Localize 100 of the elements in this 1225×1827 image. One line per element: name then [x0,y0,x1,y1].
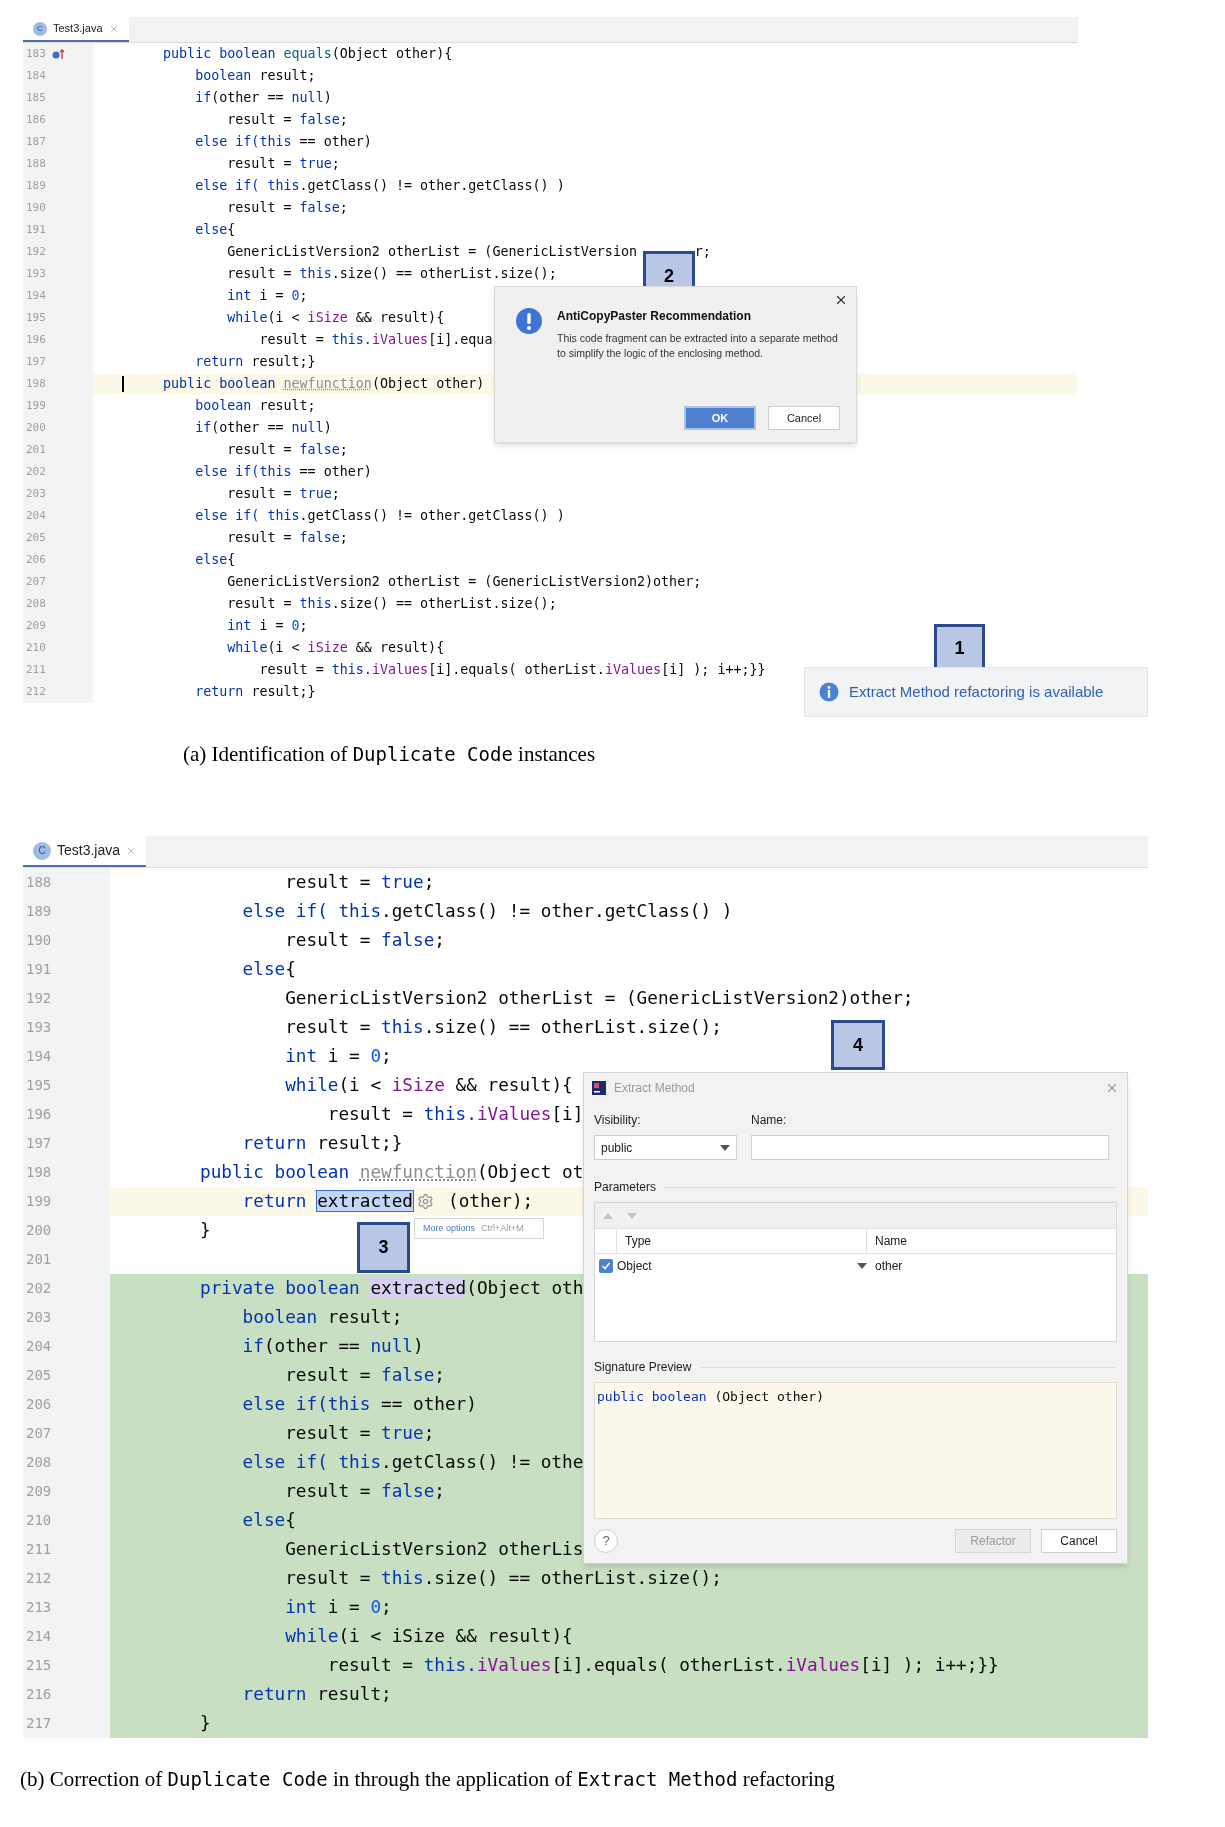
line-number: 211 [26,1540,52,1559]
code-text: boolean result; [194,67,316,85]
line-number: 189 [26,902,52,921]
line-number: 194 [26,1047,52,1066]
code-text: GenericListVersion2 otherList = (GenericListVersion2)other; [226,573,702,591]
line-number: 210 [26,1511,52,1530]
code-text: result = false; [226,441,348,459]
code-text: if(other == null) [194,89,332,107]
code-text: result = true; [284,1422,435,1446]
line-number: 212 [26,1569,52,1588]
more-options-popup[interactable]: More options Ctrl+Alt+M [414,1218,544,1239]
code-text: int i = 0; [284,1596,392,1620]
code-text: else{ [241,958,296,982]
line-number: 201 [26,441,46,458]
section-label: Parameters [594,1179,657,1196]
column-header: Name [875,1233,907,1250]
line-number: 209 [26,1482,52,1501]
line-number: 203 [26,1308,52,1327]
code-text: result = this.iValues[i].equals( otherList.iValues[i] ); i++;}} [258,661,766,679]
line-number: 204 [26,507,46,524]
line-number: 199 [26,1192,52,1211]
parameter-name[interactable]: other [875,1257,903,1275]
class-file-icon: C [33,841,51,860]
code-text: result = true; [226,485,340,503]
help-button[interactable]: ? [594,1529,618,1553]
app-logo-icon [592,1081,606,1095]
line-number: 203 [26,485,46,502]
code-text: result = this.iValues[i].equals( otherList.iValues[i] ); i++;}} [326,1654,999,1678]
parameter-type: Object [617,1258,653,1275]
code-text: result = this.size() == otherList.size(); [284,1016,722,1040]
dialog-button[interactable]: Cancel [1041,1529,1117,1553]
figure-caption: (a) Identification of Duplicate Code instances [183,741,597,767]
class-file-icon: C [33,21,47,36]
code-text: else if( this.getClass() != other.getClass() ) [241,900,733,924]
line-number: 191 [26,960,52,979]
line-number: 202 [26,463,46,480]
line-number: 191 [26,221,46,238]
code-text: public boolean newfunction(Object ot [200,1161,584,1185]
code-text: result = false; [226,111,348,129]
line-number: 207 [26,573,46,590]
close-icon[interactable] [108,23,119,34]
line-number: 192 [26,243,46,260]
notification-text[interactable]: Extract Method refactoring is available [849,680,1104,704]
code-text: while(i < iSize && result){ [284,1625,573,1649]
code-text: result = false; [226,199,348,217]
line-number: 205 [26,1366,52,1385]
shortcut-hint: Ctrl+Alt+M [481,1221,524,1235]
line-number: 196 [26,331,46,348]
code-text: result = this.size() == otherList.size(); [226,595,557,613]
override-marker-icon[interactable] [51,48,66,60]
gear-icon[interactable] [416,1193,434,1210]
code-text: return result;} [194,353,316,371]
code-text: result = this.iValues[i].equa [258,331,493,349]
code-text: while(i < iSize && result){ [226,639,445,657]
line-number: 199 [26,397,46,414]
line-number: 211 [26,661,46,678]
file-tab[interactable]: C Test3.java [23,836,147,867]
checkbox[interactable] [599,1259,613,1273]
code-text: } [200,1219,211,1243]
code-text: int i = 0; [226,287,308,305]
line-number: 187 [26,133,46,150]
line-number: 206 [26,551,46,568]
line-number: 210 [26,639,46,656]
close-button[interactable] [834,293,848,307]
line-number: 204 [26,1337,52,1356]
code-text: else if(this == other) [194,133,372,151]
code-text: boolean result; [241,1306,403,1330]
code-text: result = false; [226,529,348,547]
name-input-field[interactable] [751,1135,1109,1160]
dialog-button[interactable]: OK [684,406,756,430]
code-text: while(i < iSize && result){ [284,1074,573,1098]
file-tab[interactable]: C Test3.java [23,17,129,42]
code-text: result = this.iValues[i] [326,1103,584,1127]
more-options-link[interactable]: More options [423,1221,476,1236]
move-down-icon[interactable] [627,1212,637,1219]
line-number: 190 [26,931,52,950]
line-number: 197 [26,353,46,370]
code-text: private boolean extracted(Object oth [200,1277,584,1301]
code-text: r; [694,243,711,261]
line-number: 196 [26,1105,52,1124]
move-up-icon[interactable] [603,1212,613,1219]
code-text: else if( this.getClass() != other.getClass() ) [194,177,565,195]
code-text: public boolean newfunction(Object other) [163,375,485,393]
line-number: 208 [26,595,46,612]
code-text: else if(this == other) [241,1393,477,1417]
code-text: int i = 0; [226,617,308,635]
dropdown-caret-icon[interactable] [720,1144,730,1151]
close-icon[interactable] [126,845,137,856]
line-number: 214 [26,1627,52,1646]
info-icon [819,682,839,702]
type-dropdown-caret-icon[interactable] [857,1263,867,1269]
line-number: 213 [26,1598,52,1617]
dialog-title: Extract Method [614,1080,695,1097]
line-number: 185 [26,89,46,106]
exclamation-icon [515,307,543,335]
code-text: result = false; [284,929,445,953]
dialog-button[interactable]: Cancel [768,406,840,430]
visibility-dropdown[interactable]: public [594,1135,737,1160]
step-number-marker: 3 [357,1222,410,1273]
line-number: 195 [26,309,46,326]
